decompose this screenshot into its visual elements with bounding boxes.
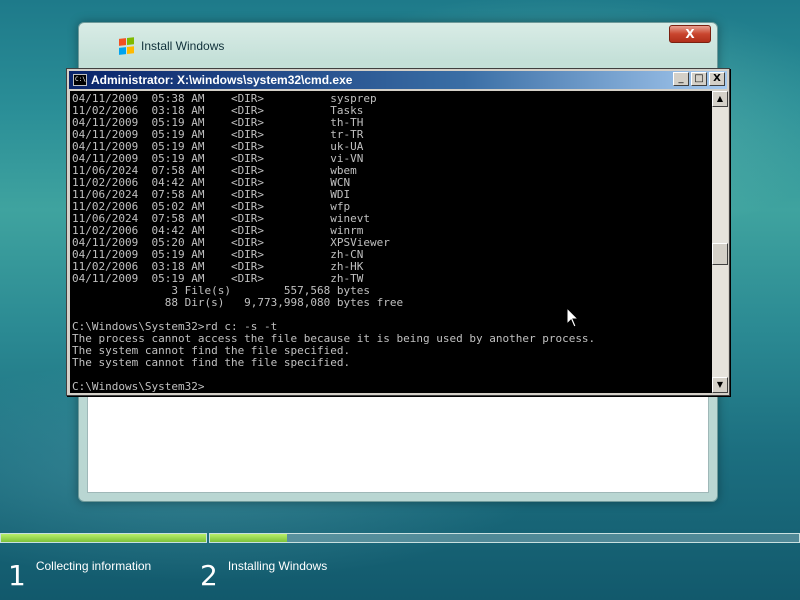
setup-content-panel	[87, 393, 709, 493]
scrollbar-thumb[interactable]	[712, 243, 728, 265]
cmd-title: Administrator: X:\windows\system32\cmd.e…	[91, 73, 353, 87]
cmd-icon[interactable]: C:\	[73, 74, 87, 86]
maximize-button[interactable]: □	[691, 72, 707, 86]
mouse-pointer-icon	[566, 307, 580, 328]
progress-segment-collecting	[0, 533, 208, 543]
console-output[interactable]: 04/11/2009 05:38 AM <DIR> sysprep 11/02/2…	[70, 91, 712, 393]
step-number: 1	[8, 559, 26, 592]
console-line: C:\Windows\System32>	[72, 380, 205, 393]
step-label: Collecting information	[35, 559, 152, 573]
console-line: The system cannot find the file specifie…	[72, 356, 351, 369]
setup-close-button[interactable]: X	[669, 25, 711, 43]
console-line: 88 Dir(s) 9,773,998,080 bytes free	[72, 296, 404, 309]
step-label: Installing Windows	[227, 559, 328, 573]
progress-fill-collecting	[1, 534, 207, 542]
minimize-button[interactable]: _	[673, 72, 689, 86]
progress-fill-installing	[210, 534, 287, 542]
cmd-window-controls: _ □ X	[671, 72, 725, 86]
progress-segment-installing	[209, 533, 800, 543]
close-button[interactable]: X	[709, 72, 725, 86]
cmd-window: C:\ Administrator: X:\windows\system32\c…	[66, 68, 730, 396]
step-number: 2	[200, 559, 218, 592]
setup-progress-bar	[0, 533, 800, 545]
vertical-scrollbar[interactable]: ▲ ▼	[712, 91, 728, 393]
setup-titlebar: Install Windows	[119, 37, 224, 55]
cmd-titlebar[interactable]: C:\ Administrator: X:\windows\system32\c…	[69, 71, 727, 89]
scroll-down-button[interactable]: ▼	[712, 377, 728, 393]
setup-steps: 1 Collecting information 2 Installing Wi…	[0, 556, 800, 600]
windows-logo-icon	[119, 37, 135, 55]
step-installing: 2 Installing Windows	[200, 556, 327, 596]
scroll-up-button[interactable]: ▲	[712, 91, 728, 107]
setup-title: Install Windows	[141, 39, 225, 53]
step-collecting: 1 Collecting information	[8, 556, 151, 596]
